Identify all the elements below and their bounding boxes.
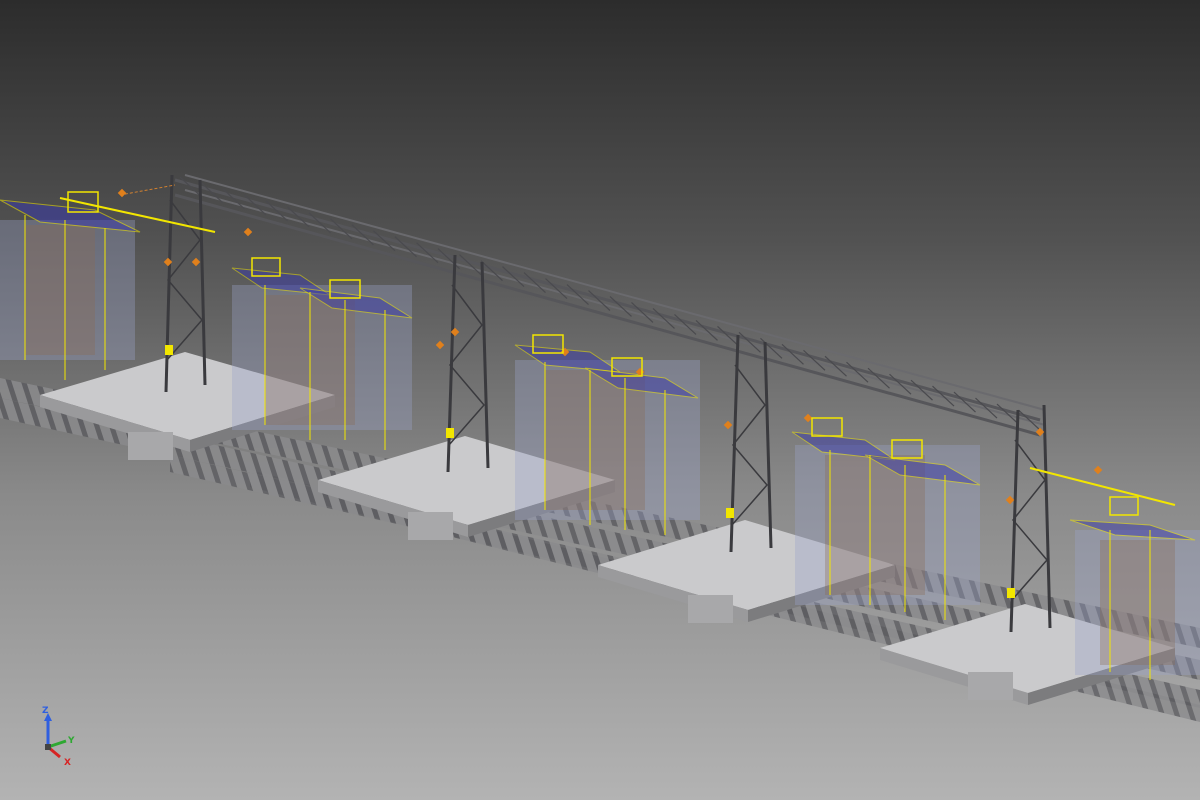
fitting-icon [243,227,253,237]
envelope-5 [1069,519,1200,680]
envelope-4 [791,431,981,620]
mast-3[interactable] [726,334,773,553]
x-axis-label: X [64,758,71,768]
envelope-1 [0,199,141,380]
fitting-icon [435,340,445,350]
fitting-icon [117,188,127,198]
fitting-icon [191,257,201,267]
y-axis-label: Y [67,736,75,746]
cad-viewport[interactable] [0,0,1200,800]
fitting-icon [1005,495,1015,505]
fitting-icon [1093,465,1103,475]
fitting-icon [803,413,813,423]
envelope-2 [231,267,413,450]
z-axis-label: Z [42,706,49,716]
origin-icon [45,744,51,750]
envelope-3 [514,344,700,535]
fitting-icon [723,420,733,430]
axis-triad[interactable]: Z Y X [30,705,90,775]
